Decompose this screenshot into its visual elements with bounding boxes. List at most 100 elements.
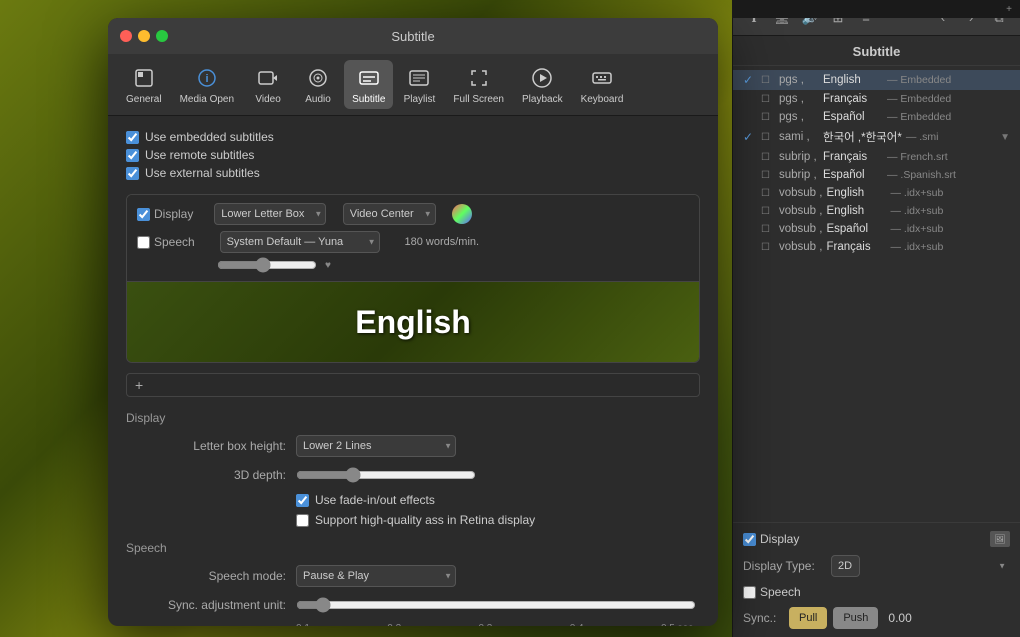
toolbar-item-playback[interactable]: Playback bbox=[514, 60, 571, 109]
main-window: Subtitle General i Media Open Video Audi bbox=[108, 18, 718, 626]
sub-format: subrip , bbox=[779, 151, 819, 163]
sub-box-icon: ☐ bbox=[761, 112, 775, 123]
color-picker-icon[interactable] bbox=[452, 204, 472, 224]
sub-source: — .idx+sub bbox=[890, 223, 943, 235]
list-item[interactable]: ✓ ☐ sami , 한국어 ,*한국어* — .smi ▼ bbox=[733, 126, 1020, 148]
sub-lang: English bbox=[826, 205, 886, 217]
position-select[interactable]: Lower Letter Box Upper Letter Box Center bbox=[214, 203, 326, 225]
speech-mode-label: Speech mode: bbox=[126, 569, 286, 583]
sub-format: vobsub , bbox=[779, 223, 822, 235]
sync-value: 0.00 bbox=[888, 611, 911, 625]
fade-option-row: Use fade-in/out effects bbox=[296, 493, 700, 507]
speech-check-group: Speech bbox=[137, 235, 195, 249]
toolbar-item-video[interactable]: Video bbox=[244, 60, 292, 109]
expand-icon: ▼ bbox=[1000, 132, 1010, 143]
sub-format: vobsub , bbox=[779, 187, 822, 199]
sub-source: — .Spanish.srt bbox=[887, 169, 956, 181]
remote-subtitle-checkbox[interactable] bbox=[126, 149, 139, 162]
sub-box-icon: ☐ bbox=[761, 224, 775, 235]
display-section-label: Display bbox=[126, 411, 700, 425]
add-subtitle-bar[interactable]: + bbox=[126, 373, 700, 397]
sub-lang: Español bbox=[826, 223, 886, 235]
speech-mode-row: Speech mode: Pause & Play Read All Stop bbox=[126, 565, 700, 587]
right-speech-checkbox[interactable] bbox=[743, 586, 756, 599]
sync-adjust-label: Sync. adjustment unit: bbox=[126, 598, 286, 612]
sub-format: vobsub , bbox=[779, 205, 822, 217]
sub-source: — .smi bbox=[906, 131, 939, 143]
list-item[interactable]: ☐ vobsub , Français — .idx+sub bbox=[733, 238, 1020, 256]
toolbar: General i Media Open Video Audio Subtitl… bbox=[108, 54, 718, 116]
toolbar-item-media-open[interactable]: i Media Open bbox=[172, 60, 242, 109]
window-title: Subtitle bbox=[391, 29, 434, 44]
sub-box-icon: ☐ bbox=[761, 132, 775, 143]
hq-checkbox[interactable] bbox=[296, 514, 309, 527]
media-open-icon: i bbox=[193, 64, 221, 92]
right-panel: ℹ 🖥 🔊 ⊞ ≡ ‹ › ⧉ Subtitle ✓ ☐ pgs , Engli… bbox=[732, 0, 1020, 637]
external-subtitle-checkbox[interactable] bbox=[126, 167, 139, 180]
speech-mode-select[interactable]: Pause & Play Read All Stop bbox=[296, 565, 456, 587]
sync-push-button[interactable]: Push bbox=[833, 607, 878, 629]
hq-option-row: Support high-quality ass in Retina displ… bbox=[296, 513, 700, 527]
list-item[interactable]: ☐ pgs , Français — Embedded bbox=[733, 90, 1020, 108]
toolbar-item-general[interactable]: General bbox=[118, 60, 170, 109]
toolbar-item-subtitle[interactable]: Subtitle bbox=[344, 60, 393, 109]
display-settings-section: Display Letter box height: Lower 2 Lines… bbox=[126, 411, 700, 527]
list-item[interactable]: ✓ ☐ pgs , English — Embedded bbox=[733, 70, 1020, 90]
toolbar-item-playlist[interactable]: Playlist bbox=[395, 60, 443, 109]
toolbar-item-keyboard[interactable]: Keyboard bbox=[573, 60, 632, 109]
list-item[interactable]: ☐ subrip , Français — French.srt bbox=[733, 148, 1020, 166]
embedded-subtitle-checkbox[interactable] bbox=[126, 131, 139, 144]
list-item[interactable]: ☐ pgs , Español — Embedded bbox=[733, 108, 1020, 126]
tts-voice-select[interactable]: System Default — Yuna bbox=[220, 231, 380, 253]
sub-source: — Embedded bbox=[887, 74, 951, 86]
alignment-select-wrapper: Video Center Left Right bbox=[343, 203, 436, 225]
remote-subtitle-label: Use remote subtitles bbox=[145, 148, 254, 162]
speech-checkbox[interactable] bbox=[137, 236, 150, 249]
wpm-slider[interactable] bbox=[217, 257, 317, 273]
sub-lang: 한국어 ,*한국어* bbox=[823, 129, 902, 145]
toolbar-item-audio[interactable]: Audio bbox=[294, 60, 342, 109]
image-subtitle-icon[interactable]: 🖼 bbox=[990, 531, 1010, 547]
sub-format: vobsub , bbox=[779, 241, 822, 253]
right-speech-label: Speech bbox=[760, 585, 801, 599]
maximize-button[interactable] bbox=[156, 30, 168, 42]
minimize-button[interactable] bbox=[138, 30, 150, 42]
speech-settings-section: Speech Speech mode: Pause & Play Read Al… bbox=[126, 541, 700, 626]
list-item[interactable]: ☐ subrip , Español — .Spanish.srt bbox=[733, 166, 1020, 184]
toolbar-item-fullscreen[interactable]: Full Screen bbox=[445, 60, 512, 109]
embedded-subtitle-row: Use embedded subtitles bbox=[126, 130, 700, 144]
right-display-checkbox[interactable] bbox=[743, 533, 756, 546]
letter-box-select[interactable]: Lower 2 Lines 1 Line 3 Lines bbox=[296, 435, 456, 457]
sub-lang: English bbox=[823, 74, 883, 86]
sync-pull-button[interactable]: Pull bbox=[789, 607, 827, 629]
sub-box-icon: ☐ bbox=[761, 170, 775, 181]
display-type-row: Display Type: 2D 3D bbox=[743, 555, 1010, 577]
tick-4: 0.5 sec. bbox=[661, 623, 696, 626]
display-check-group: Display bbox=[137, 207, 193, 221]
sub-source: — .idx+sub bbox=[890, 241, 943, 253]
letter-box-select-wrapper: Lower 2 Lines 1 Line 3 Lines bbox=[296, 435, 456, 457]
sync-slider[interactable] bbox=[296, 597, 696, 613]
close-button[interactable] bbox=[120, 30, 132, 42]
sub-format: pgs , bbox=[779, 74, 819, 86]
embedded-subtitle-label: Use embedded subtitles bbox=[145, 130, 274, 144]
speech-check-label: Speech bbox=[154, 235, 195, 249]
depth-slider[interactable] bbox=[296, 467, 476, 483]
depth-row: 3D depth: bbox=[126, 467, 700, 483]
list-item[interactable]: ☐ vobsub , Español — .idx+sub bbox=[733, 220, 1020, 238]
plus-icon[interactable]: + bbox=[1006, 4, 1012, 15]
fade-checkbox[interactable] bbox=[296, 494, 309, 507]
sync-slider-area bbox=[296, 597, 696, 613]
sub-box-icon: ☐ bbox=[761, 152, 775, 163]
tick-1: 0.2 bbox=[387, 623, 401, 626]
display-checkbox[interactable] bbox=[137, 208, 150, 221]
video-label: Video bbox=[255, 94, 280, 105]
list-item[interactable]: ☐ vobsub , English — .idx+sub bbox=[733, 202, 1020, 220]
sub-source: — Embedded bbox=[887, 93, 951, 105]
display-type-select[interactable]: 2D 3D bbox=[831, 555, 860, 577]
wpm-slider-row: ♥ bbox=[217, 257, 689, 273]
display-row: Display Lower Letter Box Upper Letter Bo… bbox=[137, 203, 689, 225]
speech-controls: 180 words/min. bbox=[404, 236, 479, 248]
list-item[interactable]: ☐ vobsub , English — .idx+sub bbox=[733, 184, 1020, 202]
alignment-select[interactable]: Video Center Left Right bbox=[343, 203, 436, 225]
